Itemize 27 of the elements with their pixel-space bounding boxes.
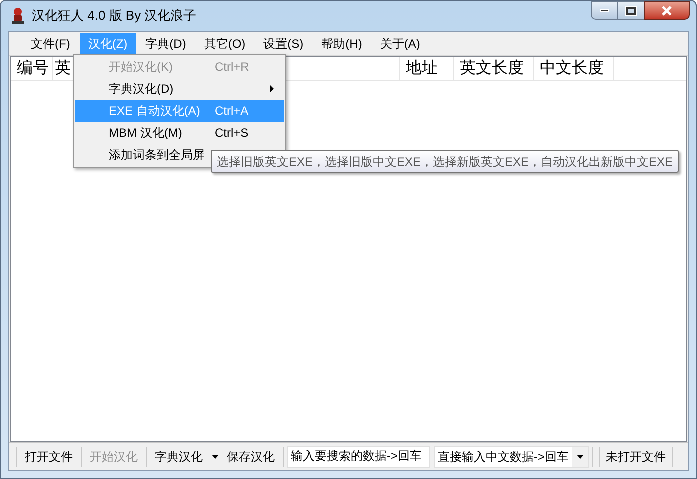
close-button[interactable] (644, 1, 690, 20)
close-icon (661, 6, 673, 16)
search-field[interactable]: 输入要搜索的数据->回车 (287, 446, 430, 468)
app-icon (9, 7, 27, 25)
column-header[interactable]: 地址 (400, 57, 454, 80)
column-header[interactable]: 编号 (11, 57, 53, 80)
menu-item[interactable]: 设置(S) (256, 32, 312, 54)
minimize-button[interactable] (591, 1, 618, 20)
column-header[interactable]: 中文长度 (534, 57, 614, 80)
toolbar-button[interactable]: 保存汉化 (222, 446, 280, 468)
caret-icon (212, 454, 218, 458)
column-header[interactable]: 英文长度 (454, 57, 534, 80)
menu-item[interactable]: 其它(O) (196, 32, 254, 54)
combo-box[interactable]: 直接输入中文数据->回车 (434, 446, 589, 468)
status-label: 未打开文件 (605, 448, 667, 466)
caret-icon (576, 454, 584, 458)
menu-item[interactable]: 文件(F) (23, 32, 78, 54)
menu-option[interactable]: 字典汉化(D) (75, 78, 284, 100)
menu-option[interactable]: MBM 汉化(M) Ctrl+S (75, 122, 284, 144)
menu-item[interactable]: 关于(A) (372, 32, 428, 54)
menu-item[interactable]: 字典(D) (138, 32, 194, 54)
window-title: 汉化狂人 4.0 版 By 汉化浪子 (32, 7, 197, 26)
maximize-button[interactable] (618, 1, 644, 20)
toolbar-button[interactable]: 打开文件 (20, 446, 78, 468)
menu-item[interactable]: 帮助(H) (314, 32, 370, 54)
toolbar-button[interactable]: 字典汉化 (150, 446, 208, 468)
tooltip: 选择旧版英文EXE，选择旧版中文EXE，选择新版英文EXE，自动汉化出新版中文EXE (211, 150, 680, 173)
